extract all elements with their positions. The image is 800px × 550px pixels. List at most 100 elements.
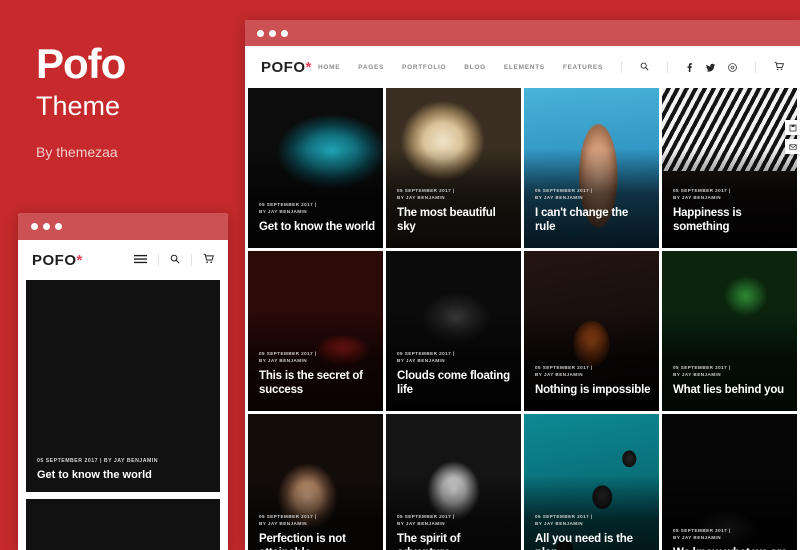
tile-date: 05 SEPTEMBER 2017 <box>535 513 590 519</box>
tile-title[interactable]: Get to know the world <box>259 220 375 234</box>
tile-date: 05 SEPTEMBER 2017 <box>259 350 314 356</box>
close-dot-icon[interactable] <box>31 223 38 230</box>
tile-author: BY JAY BENJAMIN <box>397 357 446 363</box>
grid-tile[interactable]: 05 SEPTEMBER 2017 | BY JAY BENJAMIN I ca… <box>524 88 659 248</box>
tile-caption: 05 SEPTEMBER 2017 | BY JAY BENJAMIN What… <box>673 364 789 397</box>
tile-caption: 05 SEPTEMBER 2017 | BY JAY BENJAMIN Happ… <box>673 187 789 234</box>
grid-tile[interactable]: 05 SEPTEMBER 2017 | BY JAY BENJAMIN Happ… <box>662 88 797 248</box>
tile-caption: 05 SEPTEMBER 2017 | BY JAY BENJAMIN Clou… <box>397 350 513 397</box>
cart-icon[interactable] <box>774 58 784 76</box>
tile-separator: | <box>314 201 317 207</box>
minimize-dot-icon[interactable] <box>269 29 276 37</box>
tile-title[interactable]: What lies behind you <box>673 383 789 397</box>
save-icon[interactable] <box>785 120 800 135</box>
tile-title[interactable]: Perfection is not attainable <box>259 532 375 550</box>
logo-asterisk-icon: * <box>76 251 83 269</box>
twitter-icon[interactable] <box>706 63 715 72</box>
search-icon[interactable] <box>170 251 180 269</box>
tile-title[interactable]: This is the secret of success <box>259 369 375 397</box>
tile-separator: | <box>314 350 317 356</box>
site-logo[interactable]: POFO* <box>32 252 83 269</box>
grid-tile[interactable]: 05 SEPTEMBER 2017 | BY JAY BENJAMIN This… <box>248 251 383 411</box>
logo-text: POFO <box>32 251 77 269</box>
mobile-browser-window: POFO* 05 SEPTEMBER 2017 | BY JAY BENJAMI… <box>18 213 228 550</box>
tile-caption: 05 SEPTEMBER 2017 | BY JAY BENJAMIN Get … <box>37 458 210 481</box>
menu-item-home[interactable]: HOME <box>318 64 340 71</box>
grid-tile[interactable]: 05 SEPTEMBER 2017 | BY JAY BENJAMIN Clou… <box>386 251 521 411</box>
grid-tile[interactable]: 05 SEPTEMBER 2017 | BY JAY BENJAMIN Noth… <box>524 251 659 411</box>
hamburger-icon[interactable] <box>134 251 147 269</box>
search-icon[interactable] <box>640 58 649 76</box>
grid-tile[interactable]: 05 SEPTEMBER 2017 | BY JAY BENJAMIN All … <box>524 414 659 550</box>
cart-icon[interactable] <box>203 251 214 269</box>
tile-title[interactable]: Nothing is impossible <box>535 383 651 397</box>
minimize-dot-icon[interactable] <box>43 223 50 230</box>
tile-date: 05 SEPTEMBER 2017 <box>259 513 314 519</box>
floating-side-buttons <box>785 120 800 154</box>
grid-tile[interactable]: 05 SEPTEMBER 2017 | BY JAY BENJAMIN Get … <box>248 88 383 248</box>
grid-tile[interactable]: 05 SEPTEMBER 2017 | BY JAY BENJAMIN The … <box>386 88 521 248</box>
grid-tile[interactable]: 05 SEPTEMBER 2017 | BY JAY BENJAMIN Perf… <box>248 414 383 550</box>
site-logo[interactable]: POFO* <box>261 59 312 76</box>
tile-separator: | <box>452 187 455 193</box>
desktop-titlebar <box>245 20 800 46</box>
tile-meta: 05 SEPTEMBER 2017 | BY JAY BENJAMIN <box>397 513 513 527</box>
window-controls[interactable] <box>31 223 62 230</box>
maximize-dot-icon[interactable] <box>281 29 288 37</box>
email-icon[interactable] <box>785 139 800 154</box>
tile-author: BY JAY BENJAMIN <box>673 371 722 377</box>
tile-title[interactable]: Get to know the world <box>37 469 210 481</box>
menu-item-elements[interactable]: ELEMENTS <box>504 64 545 71</box>
menu-item-pages[interactable]: PAGES <box>358 64 384 71</box>
tile-author: BY JAY BENJAMIN <box>103 458 158 464</box>
tile-separator: | <box>452 350 455 356</box>
maximize-dot-icon[interactable] <box>55 223 62 230</box>
tile-date: 05 SEPTEMBER 2017 <box>535 187 590 193</box>
dribbble-icon[interactable] <box>728 62 737 72</box>
grid-tile[interactable]: 05 SEPTEMBER 2017 | BY JAY BENJAMIN We k… <box>662 414 797 550</box>
tile-meta: 05 SEPTEMBER 2017 | BY JAY BENJAMIN <box>673 187 789 201</box>
tile-separator: | <box>99 458 102 464</box>
window-controls[interactable] <box>257 29 288 37</box>
tile-meta: 05 SEPTEMBER 2017 | BY JAY BENJAMIN <box>37 458 210 464</box>
tile-author: BY JAY BENJAMIN <box>535 194 584 200</box>
grid-tile[interactable]: 05 SEPTEMBER 2017 | BY JAY BENJAMIN What… <box>662 251 797 411</box>
tile-meta: 05 SEPTEMBER 2017 | BY JAY BENJAMIN <box>259 201 375 215</box>
tile-meta: 05 SEPTEMBER 2017 | BY JAY BENJAMIN <box>535 187 651 201</box>
nav-divider <box>158 254 159 266</box>
mobile-grid-tile[interactable]: 05 SEPTEMBER 2017 | BY JAY BENJAMIN Get … <box>26 280 220 492</box>
tile-title[interactable]: We know what we are <box>673 546 789 550</box>
tile-title[interactable]: I can't change the rule <box>535 206 651 234</box>
logo-text: POFO <box>261 58 306 76</box>
menu-item-features[interactable]: FEATURES <box>563 64 603 71</box>
tile-meta: 05 SEPTEMBER 2017 | BY JAY BENJAMIN <box>535 364 651 378</box>
tile-date: 05 SEPTEMBER 2017 <box>673 187 728 193</box>
nav-divider <box>191 254 192 266</box>
tile-title[interactable]: The spirit of adventure <box>397 532 513 550</box>
tile-separator: | <box>452 513 455 519</box>
tile-title[interactable]: The most beautiful sky <box>397 206 513 234</box>
tile-date: 05 SEPTEMBER 2017 <box>673 364 728 370</box>
page-title: Pofo <box>36 40 126 87</box>
desktop-navbar: POFO* HOME PAGES PORTFOLIO BLOG ELEMENTS… <box>245 46 800 88</box>
menu-item-blog[interactable]: BLOG <box>464 64 486 71</box>
tile-caption: 05 SEPTEMBER 2017 | BY JAY BENJAMIN Noth… <box>535 364 651 397</box>
tile-title[interactable]: All you need is the plan <box>535 532 651 550</box>
promo-subtitle: Theme <box>36 91 121 122</box>
tile-caption: 05 SEPTEMBER 2017 | BY JAY BENJAMIN Get … <box>259 201 375 234</box>
tile-author: BY JAY BENJAMIN <box>397 194 446 200</box>
tile-title[interactable]: Clouds come floating life <box>397 369 513 397</box>
tile-meta: 05 SEPTEMBER 2017 | BY JAY BENJAMIN <box>397 350 513 364</box>
close-dot-icon[interactable] <box>257 29 264 37</box>
tile-author: BY JAY BENJAMIN <box>259 357 308 363</box>
mobile-grid-tile[interactable] <box>26 499 220 550</box>
tile-title[interactable]: Happiness is something <box>673 206 789 234</box>
tile-meta: 05 SEPTEMBER 2017 | BY JAY BENJAMIN <box>673 527 789 541</box>
menu-item-portfolio[interactable]: PORTFOLIO <box>402 64 446 71</box>
nav-divider <box>621 61 622 73</box>
tile-meta: 05 SEPTEMBER 2017 | BY JAY BENJAMIN <box>535 513 651 527</box>
tile-meta: 05 SEPTEMBER 2017 | BY JAY BENJAMIN <box>673 364 789 378</box>
facebook-icon[interactable] <box>686 62 693 72</box>
tile-date: 05 SEPTEMBER 2017 <box>397 187 452 193</box>
grid-tile[interactable]: 05 SEPTEMBER 2017 | BY JAY BENJAMIN The … <box>386 414 521 550</box>
